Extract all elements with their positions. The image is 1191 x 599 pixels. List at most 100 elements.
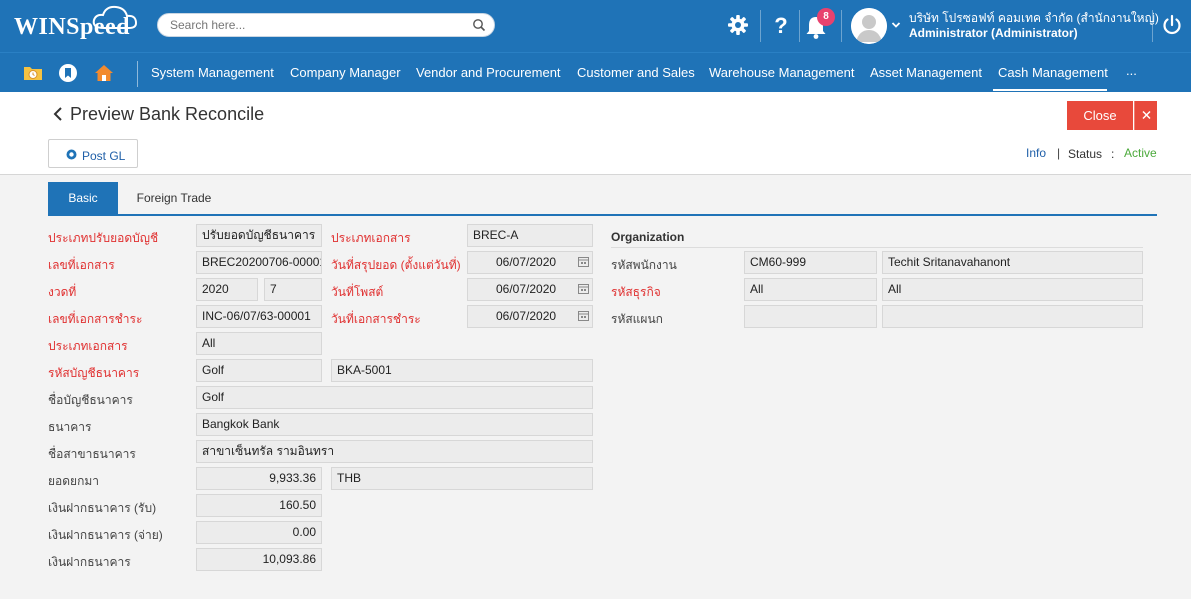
menu-asset-management[interactable]: Asset Management <box>870 65 982 80</box>
header-divider <box>799 10 800 42</box>
field-business-code[interactable]: All <box>744 278 877 301</box>
chevron-down-icon[interactable] <box>891 20 901 30</box>
main-menu-bar: System Management Company Manager Vendor… <box>0 52 1191 92</box>
label-pay-doc-date: วันที่เอกสารชำระ <box>331 312 421 326</box>
cloud-icon <box>92 5 138 29</box>
user-name: Administrator (Administrator) <box>909 26 1078 40</box>
label-post-date: วันที่โพสต์ <box>331 285 384 299</box>
menu-warehouse-management[interactable]: Warehouse Management <box>709 65 855 80</box>
label-business-code: รหัสธุรกิจ <box>611 285 661 299</box>
organization-heading: Organization <box>611 230 685 244</box>
avatar[interactable] <box>851 8 887 44</box>
info-link[interactable]: Info <box>1026 146 1046 160</box>
field-bank-account-name[interactable]: Golf <box>196 386 593 409</box>
post-gl-button[interactable]: Post GL <box>48 139 138 168</box>
field-doc-type[interactable]: BREC-A <box>467 224 593 247</box>
tab-underline <box>48 214 1157 216</box>
field-bank-branch[interactable]: สาขาเซ็นทรัล รามอินทรา <box>196 440 593 463</box>
label-brought-forward: ยอดยกมา <box>48 474 99 488</box>
tab-foreign-trade[interactable]: Foreign Trade <box>125 182 223 214</box>
post-icon <box>66 149 77 160</box>
top-header: WINSpeed ? 8 บริษ <box>0 0 1191 52</box>
bookmark-icon[interactable] <box>58 63 78 83</box>
label-bank-account-name: ชื่อบัญชีธนาคาร <box>48 393 133 407</box>
label-deposit-balance: เงินฝากธนาคาร <box>48 555 131 569</box>
menu-customer-sales[interactable]: Customer and Sales <box>577 65 695 80</box>
status-label: Status <box>1068 147 1103 161</box>
field-bank-account-code-2[interactable]: BKA-5001 <box>331 359 593 382</box>
active-menu-indicator <box>993 89 1107 91</box>
form-area <box>0 174 1191 599</box>
label-balance-date: วันที่สรุปยอด (ตั้งแต่วันที่) <box>331 258 461 272</box>
search-input[interactable] <box>170 17 460 33</box>
menu-company-manager[interactable]: Company Manager <box>290 65 401 80</box>
folder-clock-icon[interactable] <box>23 63 43 83</box>
user-avatar-icon <box>851 8 887 44</box>
status-colon: : <box>1111 147 1115 161</box>
field-employee-code[interactable]: CM60-999 <box>744 251 877 274</box>
status-value: Active <box>1124 146 1157 160</box>
field-currency[interactable]: THB <box>331 467 593 490</box>
field-period-year[interactable]: 2020 <box>196 278 258 301</box>
header-divider <box>841 10 842 42</box>
field-deposit-out[interactable]: 0.00 <box>196 521 322 544</box>
header-divider <box>1152 10 1153 42</box>
menu-system-management[interactable]: System Management <box>151 65 274 80</box>
field-recon-type[interactable]: ปรับยอดบัญชีธนาคาร <box>196 224 322 247</box>
label-deposit-in: เงินฝากธนาคาร (รับ) <box>48 501 157 515</box>
field-deposit-balance[interactable]: 10,093.86 <box>196 548 322 571</box>
field-bank[interactable]: Bangkok Bank <box>196 413 593 436</box>
field-doc-category[interactable]: All <box>196 332 322 355</box>
close-x-button[interactable] <box>1134 101 1157 130</box>
page-title: Preview Bank Reconcile <box>70 104 265 124</box>
label-bank-account-code: รหัสบัญชีธนาคาร <box>48 366 140 380</box>
organization-divider <box>611 247 1143 248</box>
field-business-name[interactable]: All <box>882 278 1143 301</box>
svg-text:?: ? <box>774 13 787 38</box>
info-separator: | <box>1057 146 1061 160</box>
menu-divider <box>137 61 138 87</box>
calendar-icon[interactable] <box>578 310 589 321</box>
search-box[interactable] <box>157 13 495 37</box>
notification-badge[interactable]: 8 <box>817 8 835 26</box>
field-department-name[interactable] <box>882 305 1143 328</box>
field-employee-name[interactable]: Techit Sritanavahanont <box>882 251 1143 274</box>
calendar-icon[interactable] <box>578 256 589 267</box>
label-employee-code: รหัสพนักงาน <box>611 258 677 272</box>
gear-icon[interactable] <box>725 12 751 38</box>
label-bank-branch: ชื่อสาขาธนาคาร <box>48 447 136 461</box>
field-deposit-in[interactable]: 160.50 <box>196 494 322 517</box>
menu-more[interactable]: ... <box>1126 63 1137 78</box>
field-pay-doc-date[interactable]: 06/07/2020 <box>467 305 593 328</box>
label-deposit-out: เงินฝากธนาคาร (จ่าย) <box>48 528 163 542</box>
home-icon[interactable] <box>94 63 114 83</box>
label-pay-doc-no: เลขที่เอกสารชำระ <box>48 312 143 326</box>
calendar-icon[interactable] <box>578 283 589 294</box>
app-logo[interactable]: WINSpeed <box>14 5 138 48</box>
search-icon[interactable] <box>472 18 486 32</box>
header-divider <box>760 10 761 42</box>
back-chevron-icon[interactable] <box>52 104 66 124</box>
label-doc-type: ประเภทเอกสาร <box>331 231 411 245</box>
post-gl-label: Post GL <box>82 149 126 163</box>
field-doc-no[interactable]: BREC20200706-00001 <box>196 251 322 274</box>
menu-vendor-procurement[interactable]: Vendor and Procurement <box>416 65 561 80</box>
label-doc-no: เลขที่เอกสาร <box>48 258 115 272</box>
menu-cash-management[interactable]: Cash Management <box>998 65 1108 80</box>
field-brought-forward[interactable]: 9,933.36 <box>196 467 322 490</box>
label-doc-category: ประเภทเอกสาร <box>48 339 128 353</box>
label-department-code: รหัสแผนก <box>611 312 663 326</box>
tab-basic[interactable]: Basic <box>48 182 118 214</box>
label-recon-type: ประเภทปรับยอดบัญชี <box>48 231 159 245</box>
label-period: งวดที่ <box>48 285 77 299</box>
power-icon[interactable] <box>1161 14 1183 36</box>
field-bank-account-code[interactable]: Golf <box>196 359 322 382</box>
close-button[interactable]: Close <box>1067 101 1133 130</box>
field-pay-doc-no[interactable]: INC-06/07/63-00001 <box>196 305 322 328</box>
field-post-date[interactable]: 06/07/2020 <box>467 278 593 301</box>
help-icon[interactable]: ? <box>768 12 794 38</box>
field-balance-date[interactable]: 06/07/2020 <box>467 251 593 274</box>
label-bank: ธนาคาร <box>48 420 92 434</box>
field-period-month[interactable]: 7 <box>264 278 322 301</box>
field-department-code[interactable] <box>744 305 877 328</box>
